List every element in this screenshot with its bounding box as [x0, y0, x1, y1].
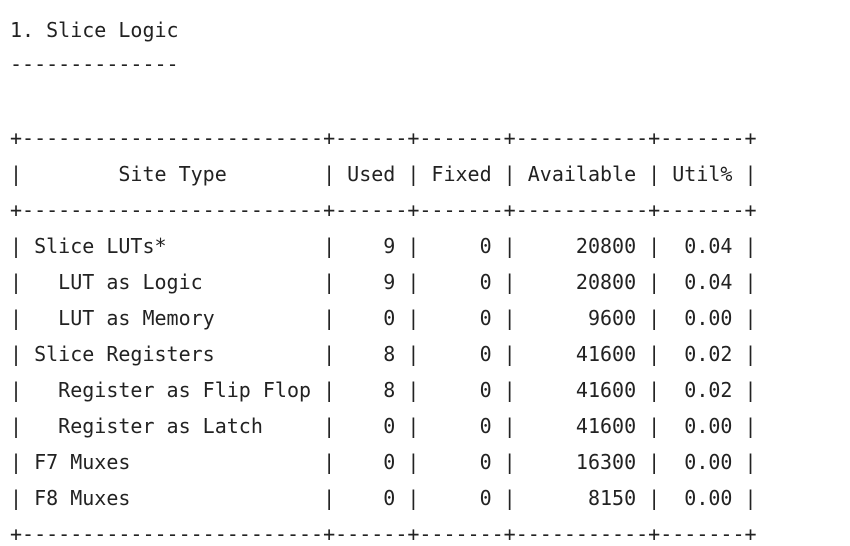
table-row: | Register as Latch | 0 | 0 | 41600 | 0.… [10, 414, 757, 438]
table-border-mid: +-------------------------+------+------… [10, 198, 757, 222]
table-row: | LUT as Memory | 0 | 0 | 9600 | 0.00 | [10, 306, 757, 330]
section-title: 1. Slice Logic [10, 18, 179, 42]
section-underline: -------------- [10, 52, 179, 76]
table-row: | F8 Muxes | 0 | 0 | 8150 | 0.00 | [10, 486, 757, 510]
table-row: | Slice LUTs* | 9 | 0 | 20800 | 0.04 | [10, 234, 757, 258]
table-row: | Slice Registers | 8 | 0 | 41600 | 0.02… [10, 342, 757, 366]
table-border-top: +-------------------------+------+------… [10, 126, 757, 150]
table-row: | Register as Flip Flop | 8 | 0 | 41600 … [10, 378, 757, 402]
table-header-row: | Site Type | Used | Fixed | Available |… [10, 162, 757, 186]
table-row: | LUT as Logic | 9 | 0 | 20800 | 0.04 | [10, 270, 757, 294]
table-row: | F7 Muxes | 0 | 0 | 16300 | 0.00 | [10, 450, 757, 474]
table-border-bottom: +-------------------------+------+------… [10, 522, 757, 546]
